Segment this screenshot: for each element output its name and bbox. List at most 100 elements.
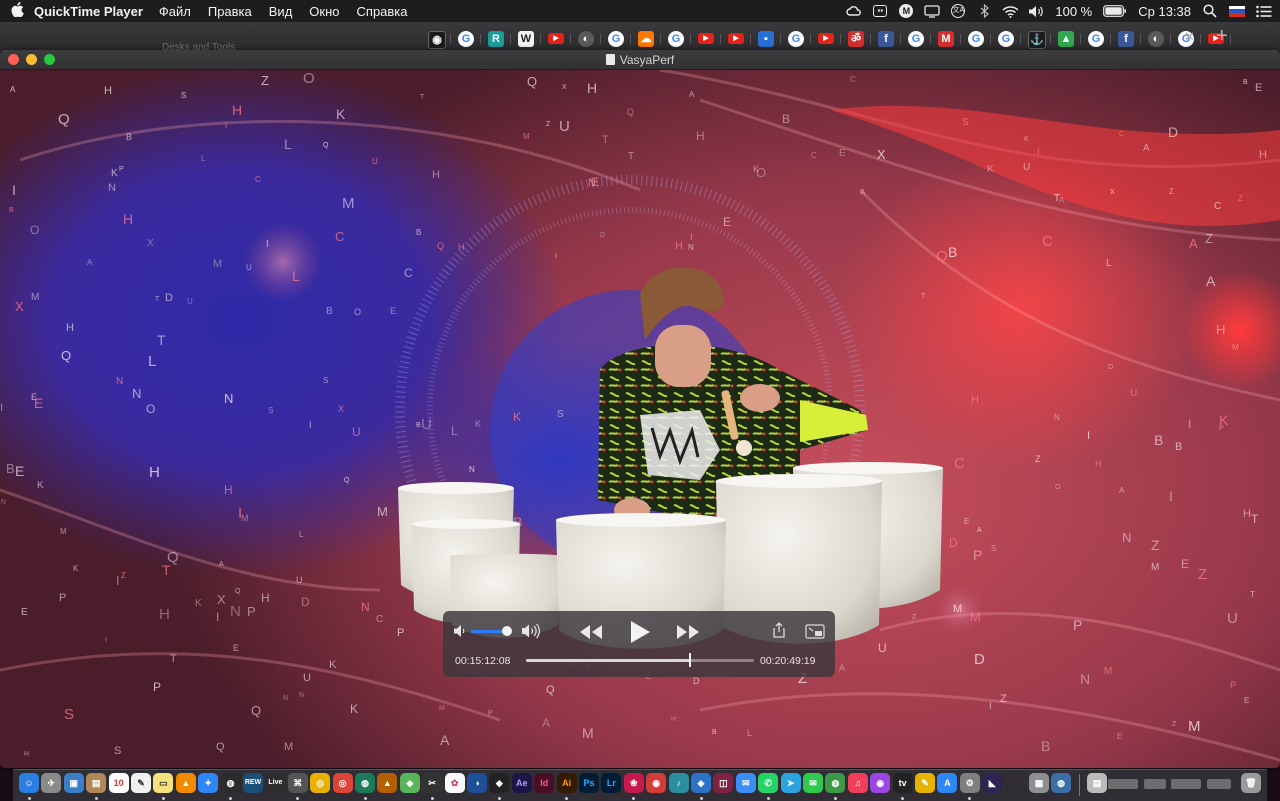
tab-favicon-icon[interactable]: G <box>908 31 924 47</box>
tab-favicon-icon[interactable]: G <box>668 31 684 47</box>
bluetooth-icon[interactable] <box>976 4 992 18</box>
dock-app-globe-icon[interactable]: ◍ <box>1051 773 1071 793</box>
dock-podcasts-icon[interactable]: ◉ <box>870 773 891 793</box>
dock-music-icon[interactable]: ♫ <box>847 773 868 793</box>
tab-favicon-icon[interactable]: ▶ <box>818 33 834 44</box>
window-titlebar[interactable]: VasyaPerf <box>0 50 1280 70</box>
tab-favicon-icon[interactable]: G <box>458 31 474 47</box>
playhead[interactable] <box>689 653 692 667</box>
dock-messenger-icon[interactable]: ✉ <box>735 773 756 793</box>
tab-favicon-icon[interactable]: G <box>788 31 804 47</box>
dock-script-editor-icon[interactable]: ⌘ <box>287 773 308 793</box>
dock-tv-icon[interactable]: tv <box>892 773 913 793</box>
dock-stickies-icon[interactable]: ▭ <box>153 773 174 793</box>
tab-favicon-icon[interactable]: G <box>998 31 1014 47</box>
dock-ableton-live-icon[interactable]: Live <box>265 773 286 793</box>
tab-favicon-icon[interactable]: ⚓ <box>1028 31 1046 49</box>
menu-file[interactable]: Файл <box>159 4 191 19</box>
tab-favicon-icon[interactable]: f <box>878 31 894 47</box>
video-frame[interactable]: XNLSCQKUEQSCDMQSHAHQLNQECKPMZUMHAPUTNTAT… <box>0 70 1280 768</box>
tab-favicon-icon[interactable]: R <box>488 31 504 47</box>
timeline-scrubber[interactable] <box>526 653 754 667</box>
creative-cloud-icon[interactable] <box>846 4 862 18</box>
dock-launchpad-icon[interactable]: ✈ <box>41 773 62 793</box>
tab-favicon-icon[interactable]: ▶ <box>698 33 714 44</box>
dock-world-clock-icon[interactable]: ◍ <box>355 773 375 793</box>
translate-icon[interactable]: 文A <box>950 4 966 18</box>
dock-illustrator-icon[interactable]: Ai <box>556 773 577 793</box>
tab-favicon-icon[interactable]: ▶ <box>548 33 564 44</box>
russian-flag-icon[interactable] <box>1229 5 1245 17</box>
dock-notes-folder-icon[interactable]: ▤ <box>86 773 107 793</box>
volume-knob[interactable] <box>502 626 512 636</box>
dock-activity-icon[interactable]: ◍ <box>220 773 241 793</box>
dock-finder-icon[interactable]: ☺ <box>19 773 39 793</box>
battery-icon[interactable] <box>1103 4 1127 18</box>
dock-preview-icon[interactable]: ▣ <box>63 773 84 793</box>
dock-textedit-icon[interactable]: ✎ <box>131 773 151 793</box>
tab-favicon-icon[interactable]: G <box>1088 31 1104 47</box>
dock-unity-icon[interactable]: ◆ <box>489 773 510 793</box>
dock-chrome-icon[interactable]: ◎ <box>332 773 353 793</box>
dock-logic-icon[interactable]: ◣ <box>982 773 1003 793</box>
dock-minimized-item[interactable] <box>1144 779 1166 789</box>
dock-final-cut-icon[interactable]: ✂ <box>422 773 443 793</box>
dock-system-prefs-icon[interactable]: ⚙ <box>959 773 980 793</box>
m-icon[interactable]: M <box>898 4 914 18</box>
tab-favicon-icon[interactable]: f <box>1118 31 1134 47</box>
dock-calendar-icon[interactable]: 10 <box>108 773 129 793</box>
dock-app-maroon-icon[interactable]: ◫ <box>713 773 734 793</box>
tab-favicon-icon[interactable]: ◐ <box>578 31 594 47</box>
dock-cinema4d-icon[interactable]: ◑ <box>467 773 487 793</box>
dock-minimized-item[interactable] <box>1108 779 1138 789</box>
tab-favicon-icon[interactable]: ▶ <box>728 33 744 44</box>
dock-app-red-icon[interactable]: ◉ <box>646 773 667 793</box>
menu-window[interactable]: Окно <box>309 4 339 19</box>
dock-telegram-icon[interactable]: ➤ <box>780 773 801 793</box>
dock-maps-icon[interactable]: ◆ <box>399 773 420 793</box>
dock-safari-icon[interactable]: ✦ <box>198 773 219 793</box>
dock-photoshop-icon[interactable]: Ps <box>579 773 599 793</box>
tab-favicon-icon[interactable]: ▲ <box>1058 31 1074 47</box>
dock-rewire-icon[interactable]: REW <box>243 773 263 793</box>
dock-lightroom-icon[interactable]: Lr <box>601 773 622 793</box>
tab-favicon-icon[interactable]: ॐ <box>848 31 864 47</box>
dock-app-store-icon[interactable]: A <box>937 773 958 793</box>
list-icon[interactable] <box>1256 4 1272 18</box>
menu-view[interactable]: Вид <box>269 4 293 19</box>
apple-menu-icon[interactable] <box>0 2 34 20</box>
dock-cyberduck-icon[interactable]: ▲ <box>377 773 398 793</box>
dock-raspberry-icon[interactable]: ❀ <box>623 773 644 793</box>
volume-slider[interactable] <box>471 626 512 636</box>
dock-chrome-canary-icon[interactable]: ◎ <box>310 773 331 793</box>
tab-favicon-icon[interactable]: ◉ <box>428 31 446 49</box>
dock-downloads-icon[interactable]: ▤ <box>1087 773 1107 793</box>
tab-close-icon[interactable]: ✕ <box>1184 29 1195 45</box>
screen-icon[interactable]: ▪▪ <box>872 4 888 18</box>
dock-app-blue-icon[interactable]: ◈ <box>691 773 711 793</box>
dock-app-gray-icon[interactable]: ▦ <box>1029 773 1049 793</box>
menu-help[interactable]: Справка <box>357 4 408 19</box>
tab-favicon-icon[interactable]: ◐ <box>1148 31 1164 47</box>
app-menu[interactable]: QuickTime Player <box>34 4 143 19</box>
dock-minimized-item[interactable] <box>1207 779 1231 789</box>
tab-favicon-icon[interactable]: ☁ <box>638 31 654 47</box>
display-icon[interactable] <box>924 4 941 18</box>
dock-minimized-item[interactable] <box>1171 779 1201 789</box>
menu-edit[interactable]: Правка <box>208 4 252 19</box>
tab-favicon-icon[interactable]: W <box>518 31 534 47</box>
tab-favicon-icon[interactable]: M <box>938 31 954 47</box>
wifi-icon[interactable] <box>1002 4 1019 18</box>
search-icon[interactable] <box>1202 4 1218 18</box>
dock-trash-icon[interactable]: 🗑 <box>1241 773 1261 793</box>
tab-favicon-icon[interactable]: G <box>608 31 624 47</box>
dock-whatsapp-icon[interactable]: ✆ <box>758 773 779 793</box>
new-tab-icon[interactable]: + <box>1216 25 1228 48</box>
tab-favicon-icon[interactable]: ▪ <box>758 31 774 47</box>
volume-icon[interactable] <box>1028 4 1044 18</box>
dock-app-teal-icon[interactable]: ♪ <box>668 773 689 793</box>
tab-favicon-icon[interactable]: G <box>968 31 984 47</box>
dock-messages-icon[interactable]: ✉ <box>803 773 823 793</box>
dock-after-effects-icon[interactable]: Ae <box>511 773 532 793</box>
clock[interactable]: Ср 13:38 <box>1138 4 1191 19</box>
